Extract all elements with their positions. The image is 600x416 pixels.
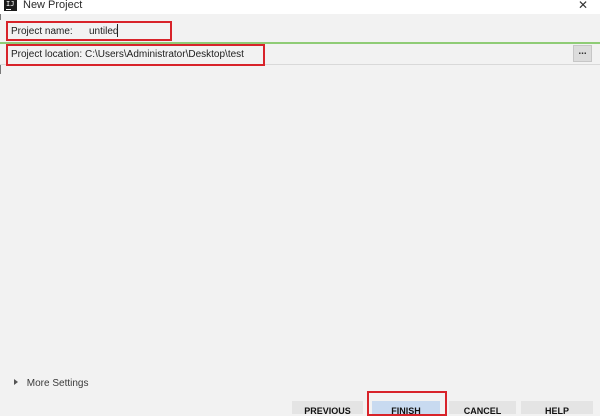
- project-location-highlight: [6, 44, 265, 66]
- window-title: New Project: [23, 0, 83, 11]
- cancel-button[interactable]: CANCEL: [449, 401, 516, 414]
- help-button[interactable]: HELP: [521, 401, 593, 414]
- project-name-highlight: [6, 21, 172, 41]
- triangle-right-icon: [14, 379, 18, 385]
- finish-button-highlight: [367, 391, 447, 416]
- intellij-app-icon: IJ: [4, 0, 17, 11]
- app-icon-text: IJ: [6, 0, 15, 8]
- new-project-dialog: IJ New Project ✕ Project name: untiled P…: [0, 0, 600, 416]
- previous-button[interactable]: PREVIOUS: [292, 401, 363, 414]
- more-settings-toggle[interactable]: More Settings: [14, 378, 88, 392]
- more-settings-label: More Settings: [26, 378, 89, 389]
- title-bar: IJ New Project ✕: [0, 0, 600, 14]
- close-icon[interactable]: ✕: [577, 0, 589, 12]
- browse-button[interactable]: ...: [573, 45, 592, 62]
